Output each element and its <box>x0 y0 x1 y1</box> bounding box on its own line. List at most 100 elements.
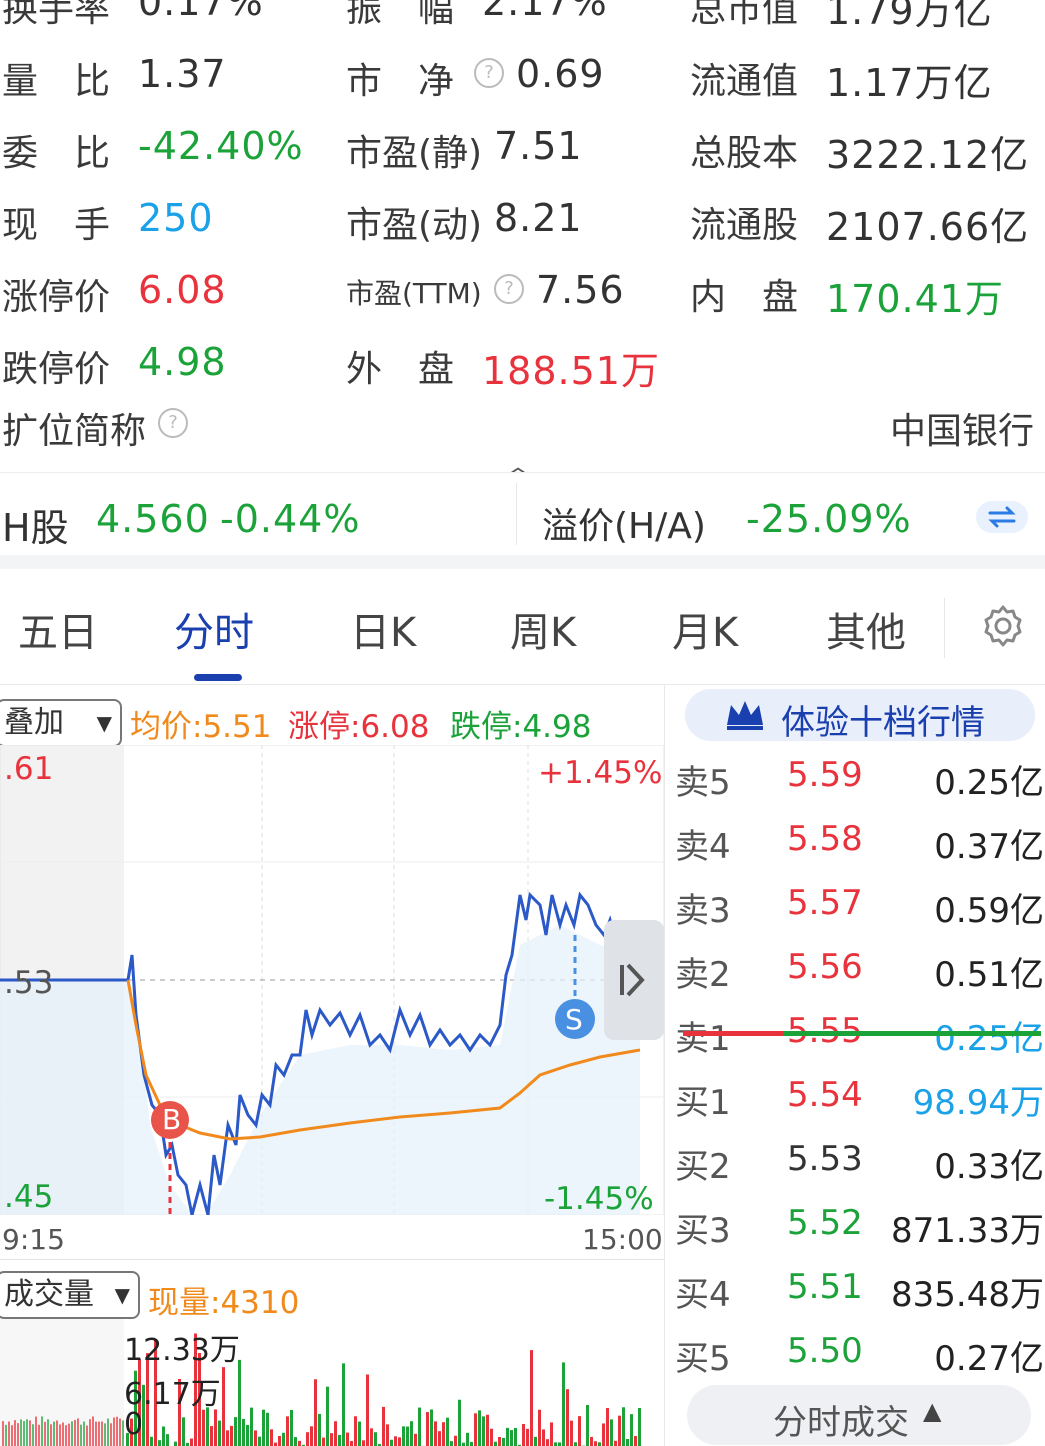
h-share-label: H股 <box>2 506 69 550</box>
premium-value: -25.09% <box>746 497 912 541</box>
stat-label: 市盈(静) <box>346 133 483 174</box>
overlay-select[interactable]: 叠加 ▼ <box>0 699 122 747</box>
volume-chart <box>0 1319 641 1446</box>
volume-bar <box>116 1416 118 1446</box>
volume-bar <box>566 1389 569 1446</box>
order-price: 5.54 <box>787 1075 863 1115</box>
volume-bar <box>23 1421 25 1446</box>
volume-bar <box>65 1425 67 1446</box>
stat-value: 2107.66亿 <box>826 205 1030 249</box>
swap-icon[interactable] <box>976 501 1028 533</box>
volume-bar <box>35 1416 37 1446</box>
volume-bar <box>95 1421 97 1446</box>
volume-bar <box>458 1399 461 1446</box>
volume-bar <box>390 1439 393 1446</box>
order-price: 5.53 <box>787 1139 863 1179</box>
volume-bar <box>370 1428 373 1446</box>
intraday-chart[interactable]: 叠加 ▼ 均价:5.51 涨停:6.08 跌停:4.98 B S .61 .53… <box>0 685 664 1446</box>
volume-bar <box>454 1435 457 1446</box>
limit-down-label: 跌停:4.98 <box>450 709 592 745</box>
volume-bar <box>20 1419 22 1446</box>
tab-intraday[interactable]: 分时 <box>174 600 254 658</box>
volume-bar <box>470 1441 473 1446</box>
volume-bar <box>614 1440 617 1446</box>
buy-marker[interactable]: B <box>162 1103 181 1136</box>
volume-bar <box>418 1407 421 1446</box>
volume-bar <box>56 1420 58 1446</box>
crown-icon <box>727 701 763 730</box>
volume-bar <box>101 1421 103 1446</box>
volume-bar <box>506 1427 509 1446</box>
stat-label: 流通值 <box>690 61 799 102</box>
tab-other[interactable]: 其他 <box>826 600 906 658</box>
volume-bar <box>354 1416 357 1446</box>
volume-bar <box>442 1422 445 1446</box>
volume-bar <box>68 1423 70 1446</box>
tick-trades-button[interactable]: 分时成交 ▲ <box>687 1385 1031 1445</box>
volume-bar <box>290 1409 293 1446</box>
ten-level-promo-button[interactable]: 体验十档行情 <box>685 689 1035 743</box>
volume-bar <box>522 1424 525 1446</box>
volume-bar <box>98 1421 100 1446</box>
stat-value: 1.17万亿 <box>826 61 993 105</box>
tab-week-k[interactable]: 周K <box>510 600 576 658</box>
tab-five-day[interactable]: 五日 <box>18 600 98 658</box>
volume-select[interactable]: 成交量 ▼ <box>0 1271 140 1319</box>
tab-day-k[interactable]: 日K <box>350 600 416 658</box>
help-icon[interactable]: ? <box>474 58 504 88</box>
volume-bar <box>174 1441 177 1446</box>
sell-marker[interactable]: S <box>565 1003 583 1036</box>
limit-down-value: 4.98 <box>138 340 227 384</box>
volume-bar <box>578 1416 581 1446</box>
order-book: 体验十档行情 卖5 5.59 0.25亿 卖4 5.58 0.37亿 卖3 5.57 0.59亿… <box>664 685 1045 1446</box>
volume-bar <box>394 1436 397 1446</box>
volume-bar <box>398 1437 401 1446</box>
stat-label: 外 盘 <box>346 349 455 390</box>
volume-bar <box>150 1436 153 1446</box>
dropdown-icon: ▼ <box>96 711 112 735</box>
volume-bar <box>286 1416 289 1446</box>
volume-bar <box>430 1409 433 1446</box>
tick-trades-label: 分时成交 <box>773 1403 909 1443</box>
bid-row: 买4 5.51 835.48万 <box>665 1259 1045 1319</box>
order-volume: 0.33亿 <box>934 1147 1044 1187</box>
volume-bar <box>59 1424 61 1446</box>
volume-bar <box>362 1440 365 1446</box>
volume-bar <box>626 1438 629 1446</box>
volume-bar <box>610 1419 613 1446</box>
tab-month-k[interactable]: 月K <box>672 600 738 658</box>
order-price: 5.56 <box>787 947 863 987</box>
pb-value: 0.69 <box>516 52 605 96</box>
order-level-label: 卖2 <box>675 955 731 995</box>
volume-bar <box>50 1424 52 1446</box>
volume-bar <box>594 1441 597 1446</box>
volume-bar <box>218 1420 221 1446</box>
volume-bar <box>526 1428 529 1446</box>
volume-select-label: 成交量 <box>4 1277 94 1312</box>
help-icon[interactable]: ? <box>158 408 188 438</box>
volume-bar <box>306 1432 309 1446</box>
stat-label: 市盈(动) <box>346 205 483 246</box>
volume-bar <box>622 1407 625 1446</box>
h-share-price: 4.560 <box>96 497 210 541</box>
order-price: 5.57 <box>787 883 863 923</box>
volume-bar <box>274 1442 277 1446</box>
volume-bar <box>598 1442 601 1446</box>
volume-bar <box>530 1350 533 1446</box>
stat-value: 3222.12亿 <box>826 133 1030 177</box>
volume-bar <box>406 1426 409 1446</box>
active-tab-indicator <box>194 674 242 681</box>
volume-bar <box>190 1438 193 1446</box>
volume-bar <box>474 1413 477 1446</box>
help-icon[interactable]: ? <box>494 274 524 304</box>
gear-icon[interactable] <box>980 603 1026 653</box>
volume-bar <box>250 1407 253 1446</box>
caret-up-icon: ▲ <box>923 1397 942 1425</box>
volume-bar <box>498 1437 501 1446</box>
price-line-chart <box>0 745 664 1215</box>
volume-bar <box>630 1414 633 1446</box>
volume-bar <box>450 1441 453 1446</box>
order-level-label: 卖4 <box>675 827 731 867</box>
time-end: 15:00 <box>582 1223 663 1256</box>
volume-bar <box>570 1420 573 1446</box>
